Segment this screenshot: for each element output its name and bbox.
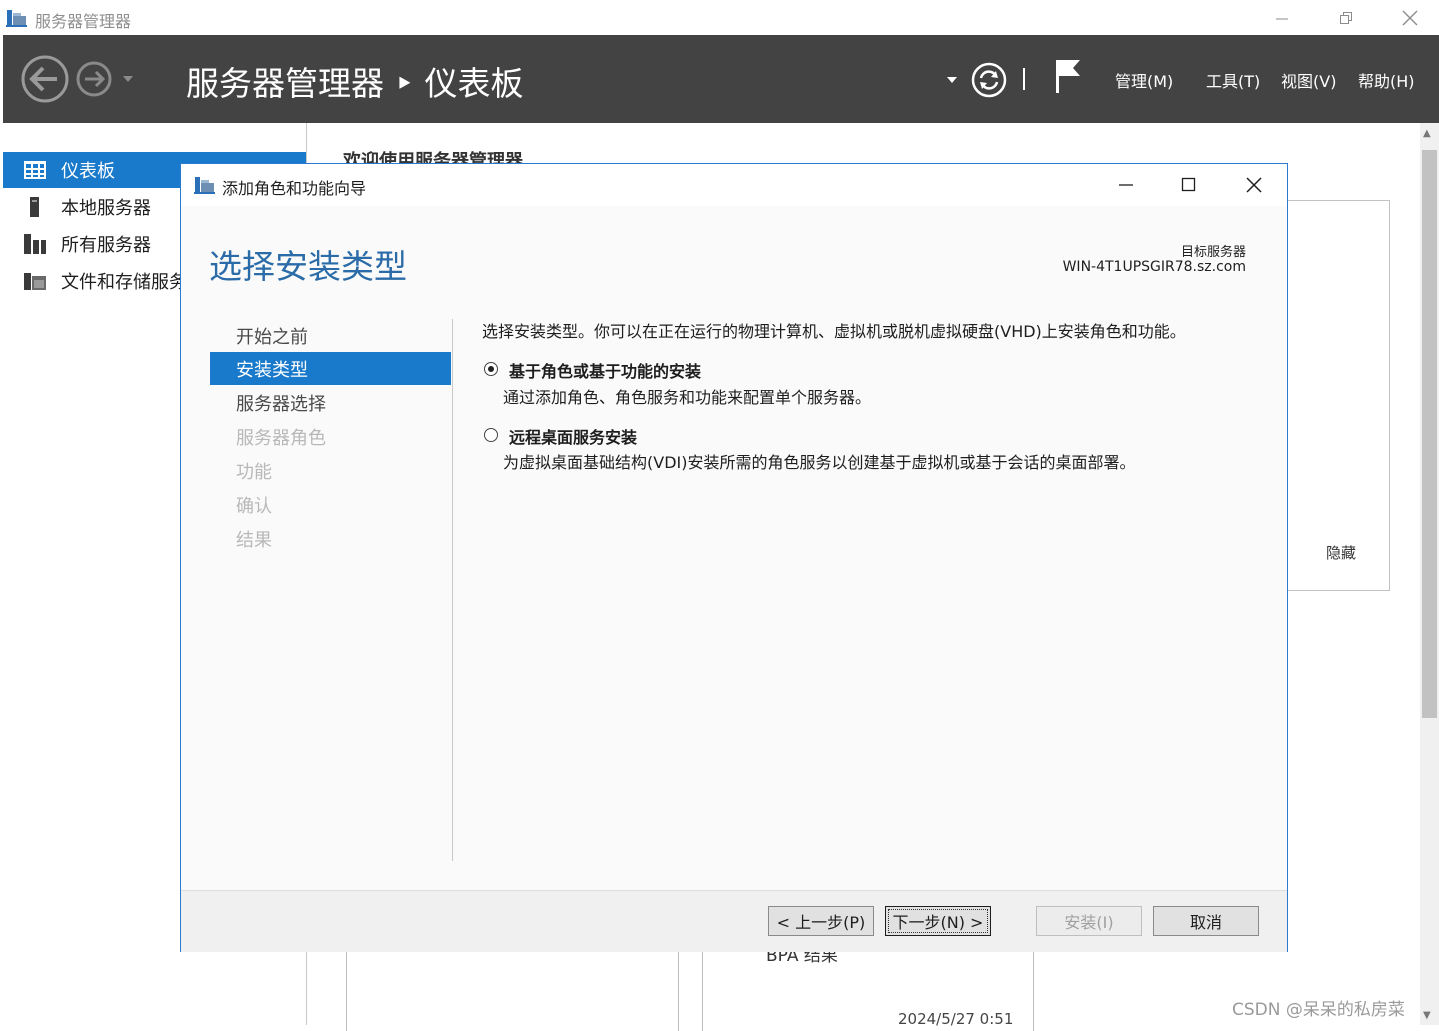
- previous-button[interactable]: < 上一步(P): [768, 906, 874, 936]
- minimize-icon: [1119, 184, 1133, 186]
- window-titlebar: 服务器管理器: [0, 0, 1439, 35]
- wizard-title: 添加角色和功能向导: [222, 179, 367, 198]
- window-title: 服务器管理器: [35, 12, 132, 31]
- remote-desktop-install-radio[interactable]: [484, 428, 498, 442]
- tile-timestamp: 2024/5/27 0:51: [898, 1010, 1014, 1028]
- wizard-step-results: 结果: [236, 529, 272, 551]
- dashboard-icon: [24, 161, 46, 179]
- next-button[interactable]: 下一步(N) >: [885, 906, 991, 936]
- close-icon: [1246, 177, 1262, 193]
- refresh-icon[interactable]: [969, 60, 1009, 100]
- scrollbar-thumb[interactable]: [1422, 150, 1437, 718]
- page-title: 服务器管理器 ‣ 仪表板: [186, 64, 524, 103]
- nav-label-file-storage: 文件和存储服务: [61, 272, 187, 293]
- nav-label-dashboard: 仪表板: [61, 161, 115, 182]
- forward-icon[interactable]: [76, 61, 112, 97]
- notifications-flag-icon[interactable]: [1053, 59, 1085, 95]
- wizard-close-button[interactable]: [1231, 168, 1277, 202]
- target-server-label: 目标服务器: [1180, 245, 1246, 260]
- wizard-footer: < 上一步(P) 下一步(N) > 安装(I) 取消: [181, 890, 1287, 952]
- wizard-maximize-button[interactable]: [1166, 168, 1212, 202]
- minimize-button[interactable]: [1260, 4, 1304, 32]
- window-close-button[interactable]: [1388, 4, 1432, 32]
- role-based-install-description: 通过添加角色、角色服务和功能来配置单个服务器。: [503, 388, 872, 407]
- server-manager-header: 服务器管理器 ‣ 仪表板 管理(M) 工具(T) 视图(V) 帮助(H): [3, 35, 1439, 123]
- wizard-step-features: 功能: [236, 461, 272, 483]
- close-icon: [1402, 10, 1418, 26]
- menu-manage[interactable]: 管理(M): [1115, 68, 1173, 92]
- menu-tools[interactable]: 工具(T): [1206, 68, 1260, 92]
- wizard-heading: 选择安装类型: [209, 247, 407, 286]
- wizard-step-confirmation: 确认: [236, 495, 272, 517]
- installation-type-intro: 选择安装类型。你可以在正在运行的物理计算机、虚拟机或脱机虚拟硬盘(VHD)上安装…: [482, 322, 1186, 341]
- role-based-install-title[interactable]: 基于角色或基于功能的安装: [509, 358, 701, 382]
- wizard-step-before-you-begin[interactable]: 开始之前: [210, 319, 451, 352]
- servers-icon: [24, 234, 46, 254]
- server-manager-app-icon: [6, 10, 27, 27]
- wizard-titlebar: 添加角色和功能向导: [181, 164, 1287, 206]
- target-server-value: WIN-4T1UPSGIR78.sz.com: [1062, 259, 1246, 275]
- restore-icon: [1340, 12, 1352, 24]
- history-dropdown-icon: [123, 76, 133, 82]
- wizard-step-installation-type[interactable]: 安装类型: [210, 352, 451, 385]
- watermark: CSDN @呆呆的私房菜: [1232, 1000, 1405, 1020]
- menu-view[interactable]: 视图(V): [1281, 68, 1336, 92]
- add-roles-wizard-dialog: 添加角色和功能向导 选择安装类型 目标服务器 WIN-4T1UPSGIR78.s…: [180, 163, 1288, 952]
- back-icon[interactable]: [21, 55, 69, 103]
- hide-link[interactable]: 隐藏: [1326, 542, 1356, 563]
- nav-label-all-servers: 所有服务器: [61, 235, 151, 256]
- install-button: 安装(I): [1036, 906, 1142, 936]
- back-forward-group: [21, 55, 133, 103]
- refresh-dropdown-icon[interactable]: [946, 76, 958, 84]
- header-separator: [1023, 68, 1025, 90]
- wizard-step-server-selection[interactable]: 服务器选择: [210, 386, 451, 419]
- wizard-app-icon: [194, 177, 215, 194]
- scroll-up-icon[interactable]: ▲: [1423, 128, 1431, 139]
- nav-label-local-server: 本地服务器: [61, 198, 151, 219]
- role-based-install-radio[interactable]: [484, 362, 498, 376]
- cancel-button[interactable]: 取消: [1153, 906, 1259, 936]
- maximize-icon: [1181, 177, 1196, 192]
- minimize-icon: [1276, 18, 1288, 20]
- steps-divider: [452, 319, 453, 861]
- tile-card: [346, 951, 679, 1031]
- scroll-down-icon[interactable]: ▼: [1423, 1010, 1431, 1021]
- wizard-step-server-roles: 服务器角色: [236, 427, 326, 449]
- server-icon: [30, 197, 39, 217]
- wizard-minimize-button[interactable]: [1103, 168, 1149, 202]
- remote-desktop-install-title[interactable]: 远程桌面服务安装: [509, 424, 637, 448]
- remote-desktop-install-description: 为虚拟桌面基础结构(VDI)安装所需的角色服务以创建基于虚拟机或基于会话的桌面部…: [503, 453, 1136, 472]
- quick-start-panel: [1287, 200, 1390, 591]
- restore-button[interactable]: [1324, 4, 1368, 32]
- menu-help[interactable]: 帮助(H): [1358, 68, 1415, 92]
- storage-icon: [24, 273, 46, 290]
